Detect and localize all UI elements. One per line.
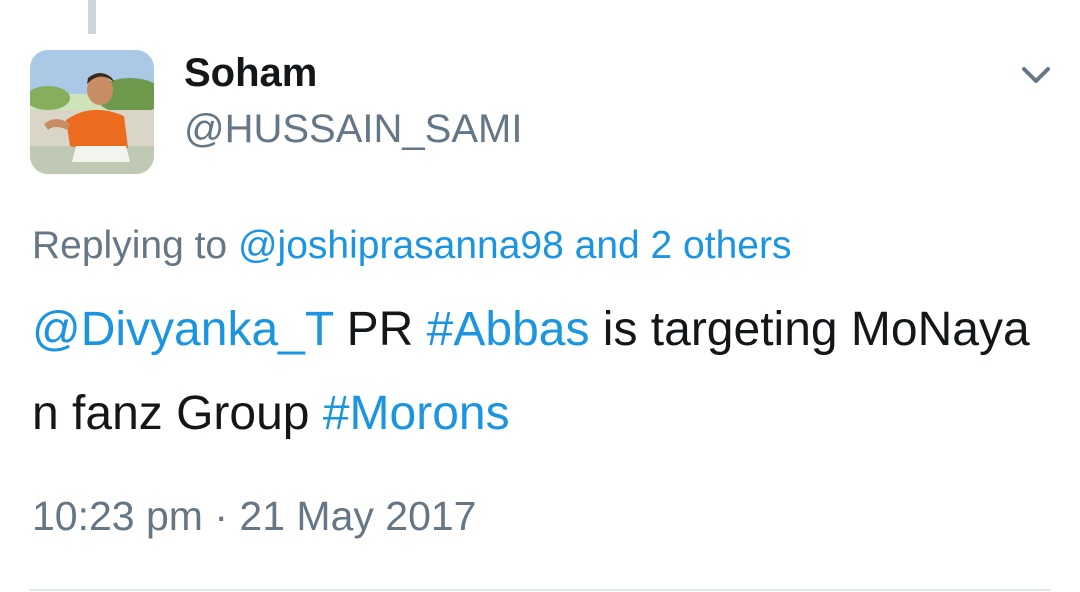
tweet-text: @Divyanka_T PR #Abbas is targeting MoNay… bbox=[32, 288, 1042, 456]
divider bbox=[30, 589, 1050, 591]
timestamp-separator: · bbox=[214, 493, 229, 539]
replying-to-label: Replying to bbox=[32, 224, 228, 267]
avatar-photo bbox=[30, 50, 154, 174]
reply-mention-link[interactable]: @joshiprasanna98 bbox=[238, 224, 564, 267]
tweet-menu-button[interactable] bbox=[1014, 58, 1058, 92]
avatar[interactable] bbox=[30, 50, 154, 174]
hashtag-link[interactable]: #Abbas bbox=[427, 303, 590, 356]
chevron-down-icon bbox=[1022, 67, 1050, 83]
hashtag-link[interactable]: #Morons bbox=[323, 387, 510, 440]
tweet-timestamp[interactable]: 10:23 pm · 21 May 2017 bbox=[32, 490, 476, 542]
reply-others-link[interactable]: and 2 others bbox=[575, 224, 792, 267]
author-display-name[interactable]: Soham bbox=[184, 50, 317, 96]
tweet-text-segment: PR bbox=[333, 303, 427, 356]
mention-link[interactable]: @Divyanka_T bbox=[32, 303, 333, 356]
tweet-time: 10:23 pm bbox=[32, 493, 203, 539]
tweet-date: 21 May 2017 bbox=[239, 493, 477, 539]
author-handle[interactable]: @HUSSAIN_SAMI bbox=[184, 105, 522, 153]
thread-connector-line bbox=[88, 0, 96, 34]
replying-to-context: Replying to @joshiprasanna98 and 2 other… bbox=[32, 222, 791, 270]
